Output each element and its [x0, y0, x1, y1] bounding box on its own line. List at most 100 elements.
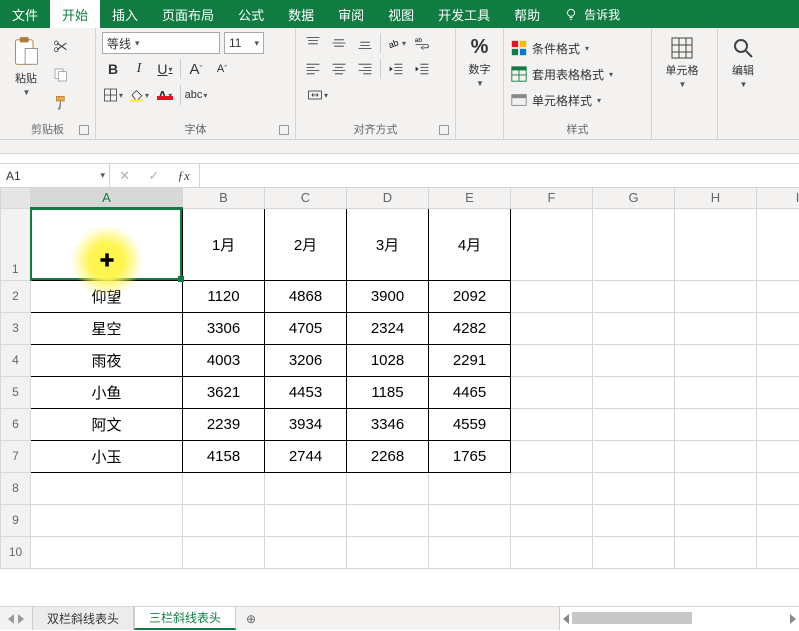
align-bottom-button[interactable] — [354, 32, 376, 54]
tab-view[interactable]: 视图 — [376, 0, 426, 28]
cell[interactable] — [511, 344, 593, 376]
dialog-launcher-icon[interactable] — [79, 125, 89, 135]
cell[interactable] — [31, 504, 183, 536]
cell[interactable]: 仰望 — [31, 280, 183, 312]
cell[interactable]: 1765 — [429, 440, 511, 472]
row-header[interactable]: 2 — [1, 280, 31, 312]
cell[interactable] — [511, 504, 593, 536]
cell[interactable] — [429, 472, 511, 504]
cell[interactable]: 4559 — [429, 408, 511, 440]
row-header[interactable]: 10 — [1, 536, 31, 568]
cell[interactable] — [593, 472, 675, 504]
cell[interactable]: 3306 — [183, 312, 265, 344]
font-size-combo[interactable]: 11▾ — [224, 32, 264, 54]
fill-color-button[interactable]: ▾ — [128, 84, 150, 106]
format-painter-button[interactable] — [50, 92, 72, 114]
cell[interactable] — [347, 536, 429, 568]
cell[interactable] — [675, 312, 757, 344]
cell[interactable] — [757, 440, 799, 472]
cell[interactable] — [757, 280, 799, 312]
cell[interactable]: 4282 — [429, 312, 511, 344]
cell[interactable]: 4705 — [265, 312, 347, 344]
phonetic-button[interactable]: abc▾ — [185, 84, 207, 106]
cell[interactable] — [593, 208, 675, 280]
cell[interactable]: 3621 — [183, 376, 265, 408]
cell[interactable]: 4453 — [265, 376, 347, 408]
cell[interactable]: 2268 — [347, 440, 429, 472]
cell[interactable] — [675, 376, 757, 408]
tab-help[interactable]: 帮助 — [502, 0, 552, 28]
cell[interactable] — [757, 208, 799, 280]
tab-formulas[interactable]: 公式 — [226, 0, 276, 28]
row-header[interactable]: 4 — [1, 344, 31, 376]
conditional-formatting-button[interactable]: 条件格式▾ — [510, 36, 645, 60]
align-middle-button[interactable] — [328, 32, 350, 54]
cell[interactable]: 3月 — [347, 208, 429, 280]
italic-button[interactable]: I — [128, 58, 150, 80]
col-header[interactable]: I — [757, 188, 799, 208]
col-header[interactable]: E — [429, 188, 511, 208]
col-header[interactable]: D — [347, 188, 429, 208]
wrap-text-button[interactable]: ab — [411, 32, 433, 54]
cell[interactable] — [31, 536, 183, 568]
scrollbar-thumb[interactable] — [572, 612, 692, 624]
col-header[interactable]: G — [593, 188, 675, 208]
cell[interactable] — [675, 504, 757, 536]
cell[interactable]: 4月 — [429, 208, 511, 280]
cell[interactable]: 3900 — [347, 280, 429, 312]
cell[interactable] — [675, 440, 757, 472]
cell[interactable]: 2324 — [347, 312, 429, 344]
cell[interactable] — [593, 440, 675, 472]
cancel-edit-button[interactable]: ✕ — [119, 168, 130, 184]
cell[interactable] — [757, 312, 799, 344]
cell[interactable]: 1月 — [183, 208, 265, 280]
col-header[interactable]: C — [265, 188, 347, 208]
cell[interactable]: 4868 — [265, 280, 347, 312]
shrink-font-button[interactable]: Aˇ — [211, 58, 233, 80]
cell[interactable]: 2239 — [183, 408, 265, 440]
increase-indent-button[interactable] — [411, 58, 433, 80]
font-name-combo[interactable]: 等线▾ — [102, 32, 220, 54]
cell[interactable]: 2291 — [429, 344, 511, 376]
cell-A1[interactable] — [31, 208, 183, 280]
font-color-button[interactable]: A▾ — [154, 84, 176, 106]
format-as-table-button[interactable]: 套用表格格式▾ — [510, 62, 645, 86]
align-top-button[interactable] — [302, 32, 324, 54]
row-header[interactable]: 9 — [1, 504, 31, 536]
cell[interactable]: 1185 — [347, 376, 429, 408]
cell[interactable] — [511, 312, 593, 344]
find-button[interactable]: 编辑 ▼ — [724, 32, 762, 135]
col-header[interactable]: F — [511, 188, 593, 208]
cell[interactable] — [429, 536, 511, 568]
cell[interactable] — [265, 536, 347, 568]
cell[interactable] — [347, 504, 429, 536]
tab-file[interactable]: 文件 — [0, 0, 50, 28]
col-header[interactable]: B — [183, 188, 265, 208]
copy-button[interactable] — [50, 64, 72, 86]
cell[interactable] — [511, 536, 593, 568]
grid[interactable]: A B C D E F G H I 1 1月 2月 3月 4月 2 — [0, 188, 799, 569]
cell[interactable] — [593, 376, 675, 408]
cell[interactable]: 3206 — [265, 344, 347, 376]
cell[interactable]: 4465 — [429, 376, 511, 408]
decrease-indent-button[interactable] — [385, 58, 407, 80]
percent-button[interactable]: % 数字 ▼ — [460, 32, 500, 88]
cell[interactable] — [511, 408, 593, 440]
row-header[interactable]: 6 — [1, 408, 31, 440]
tell-me[interactable]: 告诉我 — [552, 0, 632, 28]
fx-button[interactable]: ƒx — [178, 168, 190, 184]
cell[interactable] — [593, 408, 675, 440]
cell-styles-button[interactable]: 单元格样式▾ — [510, 88, 645, 112]
tab-review[interactable]: 审阅 — [326, 0, 376, 28]
cell[interactable]: 阿文 — [31, 408, 183, 440]
paste-button[interactable]: 粘贴 ▼ — [6, 32, 46, 119]
cell[interactable]: 1120 — [183, 280, 265, 312]
horizontal-scrollbar[interactable] — [559, 607, 799, 630]
formula-bar[interactable] — [200, 164, 799, 187]
row-header[interactable]: 1 — [1, 208, 31, 280]
borders-button[interactable]: ▾ — [102, 84, 124, 106]
cell[interactable] — [511, 440, 593, 472]
cell[interactable] — [757, 344, 799, 376]
cell[interactable] — [511, 472, 593, 504]
bold-button[interactable]: B — [102, 58, 124, 80]
